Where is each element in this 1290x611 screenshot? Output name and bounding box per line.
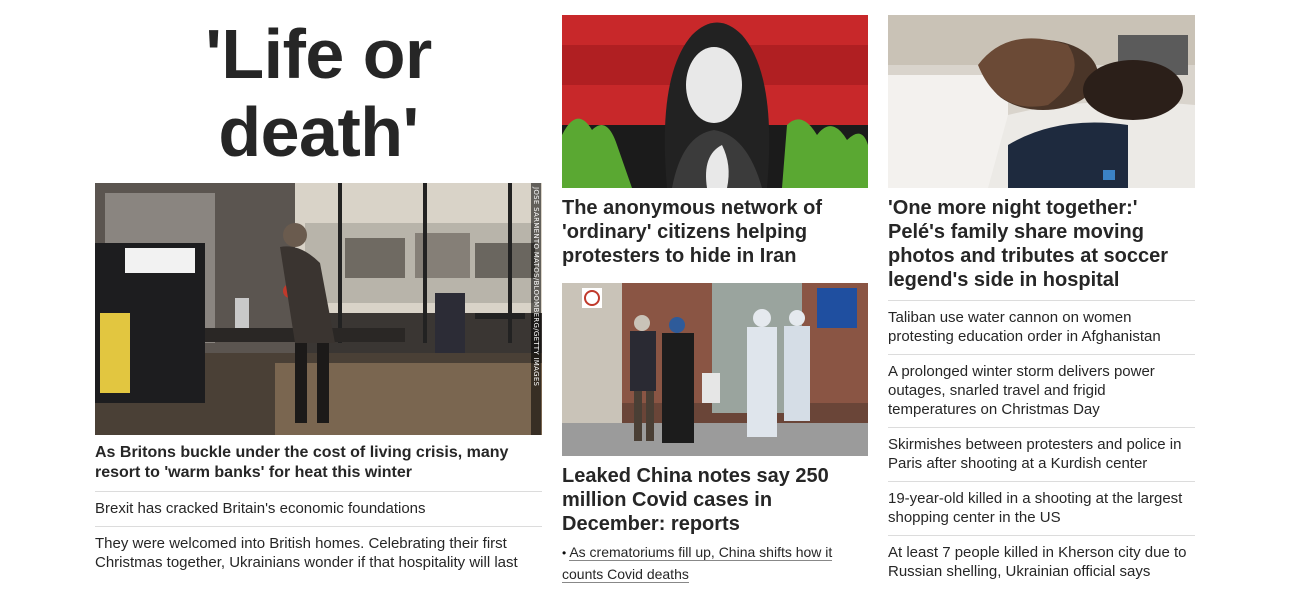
photo-credit: JOSE SARMENTO MATOS/BLOOMBERG/GETTY IMAG… [531, 183, 541, 435]
china-covid-headline-text: Leaked China notes say 250 million Covid… [562, 465, 829, 535]
pele-headline[interactable]: 'One more night together:' Pelé's family… [888, 196, 1195, 292]
list-item: Brexit has cracked Britain's economic fo… [95, 491, 542, 526]
pele-headline-text: 'One more night together:' Pelé's family… [888, 197, 1169, 291]
left-related-links: Brexit has cracked Britain's economic fo… [95, 491, 542, 580]
warm-bank-photo[interactable]: JOSE SARMENTO MATOS/BLOOMBERG/GETTY IMAG… [95, 183, 542, 435]
taliban-link[interactable]: Taliban use water cannon on women protes… [888, 301, 1195, 354]
ukrainians-link[interactable]: They were welcomed into British homes. C… [95, 527, 542, 580]
iran-network-headline-text: The anonymous network of 'ordinary' citi… [562, 197, 823, 267]
warm-banks-headline-text: As Britons buckle under the cost of livi… [95, 444, 509, 481]
brexit-link[interactable]: Brexit has cracked Britain's economic fo… [95, 492, 542, 526]
iran-illustration[interactable] [562, 15, 868, 188]
list-item: They were welcomed into British homes. C… [95, 526, 542, 580]
list-item: 19-year-old killed in a shooting at the … [888, 481, 1195, 535]
iran-protester-image [562, 15, 868, 188]
crematoriums-link[interactable]: As crematoriums fill up, China shifts ho… [562, 544, 833, 583]
left-column: 'Life or death' JOSE SARMENTO MATOS/BLOO… [95, 0, 542, 580]
shopping-center-link[interactable]: 19-year-old killed in a shooting at the … [888, 482, 1195, 535]
hospital-bed-image [888, 15, 1195, 188]
paris-skirmishes-link[interactable]: Skirmishes between protesters and police… [888, 428, 1195, 481]
list-item: A prolonged winter storm delivers power … [888, 354, 1195, 427]
cafe-interior-image [95, 183, 542, 435]
china-covid-photo[interactable] [562, 283, 868, 456]
china-covid-headline[interactable]: Leaked China notes say 250 million Covid… [562, 464, 868, 536]
hospital-entrance-image [562, 283, 868, 456]
winter-storm-link[interactable]: A prolonged winter storm delivers power … [888, 355, 1195, 427]
list-item: Taliban use water cannon on women protes… [888, 300, 1195, 354]
right-related-links: Taliban use water cannon on women protes… [888, 300, 1195, 589]
bullet-glyph: • [562, 546, 567, 560]
kherson-link[interactable]: At least 7 people killed in Kherson city… [888, 536, 1195, 589]
big-headline-text: 'Life or death' [205, 15, 432, 171]
pele-photo[interactable] [888, 15, 1195, 188]
china-sublink-row: • As crematoriums fill up, China shifts … [562, 542, 868, 585]
list-item: Skirmishes between protesters and police… [888, 427, 1195, 481]
big-headline-link[interactable]: 'Life or death' [95, 15, 542, 183]
middle-column: The anonymous network of 'ordinary' citi… [562, 0, 868, 585]
right-column: 'One more night together:' Pelé's family… [888, 0, 1195, 589]
list-item: At least 7 people killed in Kherson city… [888, 535, 1195, 589]
iran-network-headline[interactable]: The anonymous network of 'ordinary' citi… [562, 196, 868, 268]
warm-banks-headline[interactable]: As Britons buckle under the cost of livi… [95, 443, 542, 483]
